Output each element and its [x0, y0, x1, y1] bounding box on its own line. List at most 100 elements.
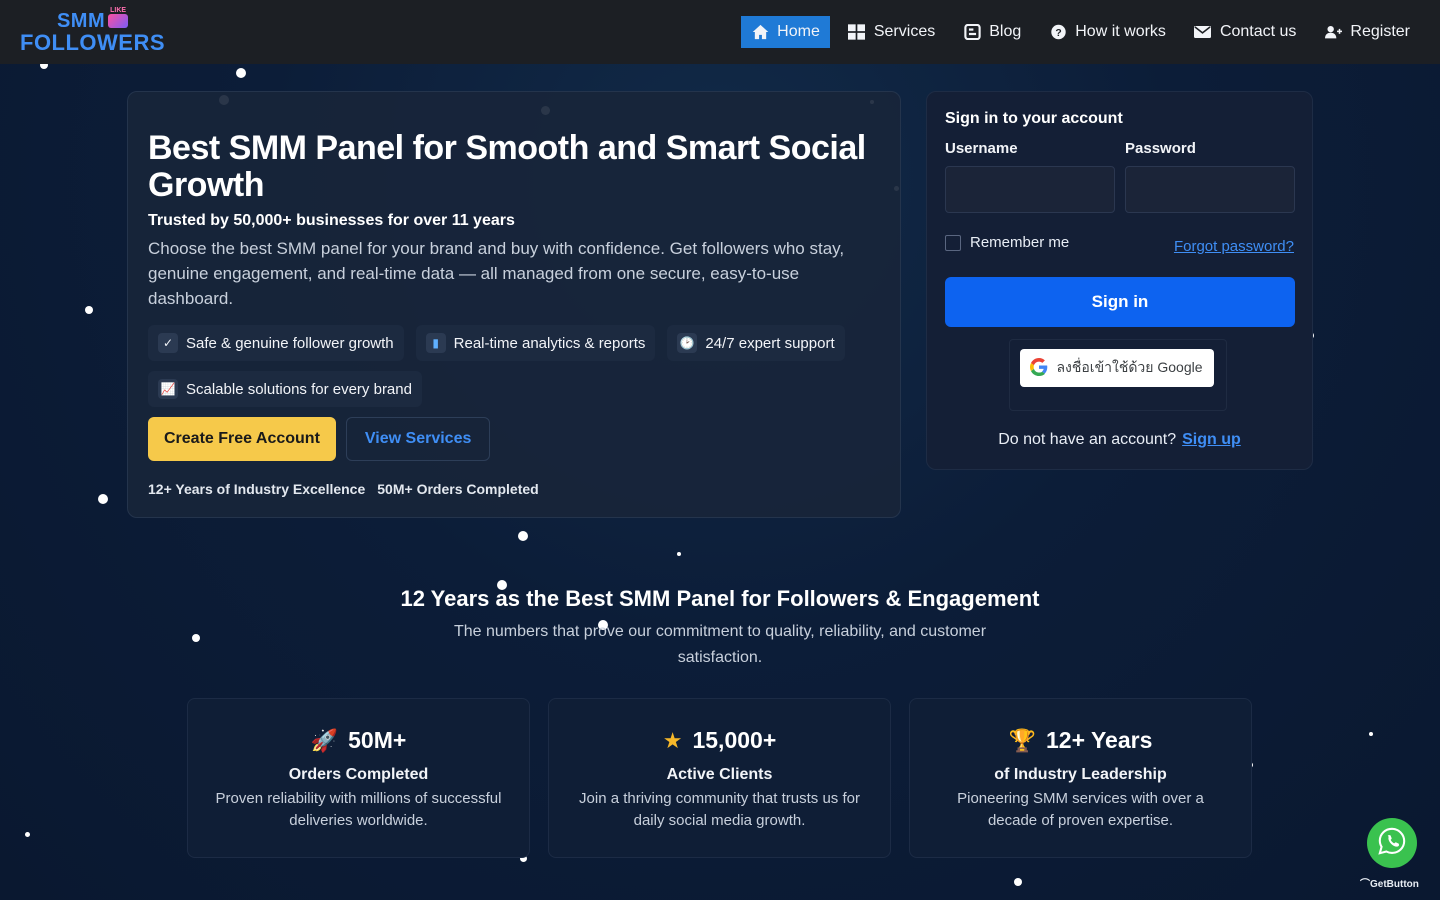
getbutton-logo-icon: ⌒ — [1360, 879, 1370, 890]
nav-home[interactable]: Home — [741, 16, 830, 48]
nav-contact-label: Contact us — [1219, 23, 1297, 40]
stat-cards: 🚀 50M+ Orders Completed Proven reliabili… — [187, 698, 1252, 858]
star-dot — [25, 832, 30, 837]
no-account-text: Do not have an account? — [998, 431, 1177, 448]
star-dot — [192, 634, 200, 642]
username-input[interactable] — [945, 166, 1115, 213]
stat-title: Orders Completed — [288, 766, 429, 783]
hero-stats: 12+ Years of Industry Excellence 50M+ Or… — [148, 481, 880, 497]
question-icon: ? — [1049, 24, 1067, 40]
feature-item: 🕑 24/7 expert support — [667, 325, 845, 361]
create-free-account-button[interactable]: Create Free Account — [148, 417, 336, 461]
logo-like-badge-icon: LIKE — [108, 7, 129, 28]
star-dot — [1014, 878, 1022, 886]
star-dot — [85, 306, 93, 314]
star-dot — [518, 531, 528, 541]
logo-text-followers: FOLLOWERS — [20, 29, 166, 55]
site-logo[interactable]: SMM LIKE FOLLOWERS — [20, 7, 166, 55]
stat-title: of Industry Leadership — [994, 766, 1167, 783]
signup-row: Do not have an account? Sign up — [945, 431, 1294, 449]
hero-title: Best SMM Panel for Smooth and Smart Soci… — [148, 129, 866, 204]
star-dot — [236, 68, 246, 78]
getbutton-label: GetButton — [1370, 879, 1419, 890]
blogger-icon — [963, 24, 981, 40]
feature-label: 24/7 expert support — [705, 334, 835, 352]
view-services-button[interactable]: View Services — [345, 417, 491, 461]
google-signin-container: ลงชื่อเข้าใช้ด้วย Google — [1008, 339, 1227, 411]
hero-stat-years: 12+ Years of Industry Excellence — [148, 481, 366, 497]
hero-description: Choose the best SMM panel for your brand… — [148, 239, 845, 308]
stat-card: 🏆 12+ Years of Industry Leadership Pione… — [909, 698, 1252, 858]
feature-item: ✓ Safe & genuine follower growth — [148, 325, 404, 361]
whatsapp-button[interactable] — [1367, 818, 1417, 868]
nav-register[interactable]: Register — [1314, 16, 1420, 48]
stat-description: Proven reliability with millions of succ… — [215, 790, 502, 829]
nav-how-label: How it works — [1075, 23, 1166, 40]
feature-label: Scalable solutions for every brand — [186, 380, 412, 398]
main-nav: Home Services Blog ? How it works Contac… — [741, 16, 1420, 48]
remember-label: Remember me — [970, 234, 1070, 251]
bar-chart-icon: ▮ — [425, 333, 446, 353]
nav-services[interactable]: Services — [838, 16, 945, 48]
nav-blog[interactable]: Blog — [953, 16, 1031, 48]
checkmark-icon: ✓ — [158, 333, 178, 353]
star-dot — [1369, 732, 1373, 736]
whatsapp-icon — [1377, 826, 1407, 861]
section-title: 12 Years as the Best SMM Panel for Follo… — [400, 586, 1040, 611]
hero-trusted-line: Trusted by 50,000+ businesses for over 1… — [148, 212, 515, 229]
stat-number: 12+ Years — [1046, 727, 1153, 753]
remember-checkbox[interactable] — [945, 234, 961, 251]
rocket-icon: 🚀 — [310, 727, 339, 753]
getbutton-credit[interactable]: ⌒GetButton — [1360, 875, 1419, 890]
feature-item: ▮ Real-time analytics & reports — [415, 325, 656, 361]
google-icon — [1030, 357, 1048, 379]
signup-link[interactable]: Sign up — [1182, 431, 1241, 448]
nav-contact[interactable]: Contact us — [1184, 16, 1306, 48]
feature-label: Safe & genuine follower growth — [186, 334, 394, 352]
stat-card: ★ 15,000+ Active Clients Join a thriving… — [548, 698, 891, 858]
username-group: Username — [945, 140, 1115, 213]
user-plus-icon — [1324, 24, 1342, 40]
forgot-password-link[interactable]: Forgot password? — [1174, 238, 1294, 255]
star-dot — [677, 552, 681, 556]
stat-number: 15,000+ — [692, 727, 777, 753]
nav-services-label: Services — [873, 23, 936, 40]
password-label: Password — [1125, 140, 1196, 157]
star-icon: ★ — [662, 727, 683, 753]
remember-row: Remember me Forgot password? — [945, 230, 1294, 255]
password-input[interactable] — [1125, 166, 1295, 213]
password-group: Password — [1125, 140, 1295, 213]
stat-card: 🚀 50M+ Orders Completed Proven reliabili… — [187, 698, 530, 858]
google-signin-label: ลงชื่อเข้าใช้ด้วย Google — [1056, 359, 1203, 375]
hero-stat-orders: 50M+ Orders Completed — [377, 481, 539, 497]
top-navbar: SMM LIKE FOLLOWERS Home Services Blog ? — [0, 0, 1440, 64]
feature-item: 📈 Scalable solutions for every brand — [148, 371, 422, 407]
logo-text-smm: SMM — [56, 9, 106, 32]
home-icon — [751, 24, 769, 40]
clock-icon: 🕑 — [677, 333, 698, 353]
signin-title: Sign in to your account — [945, 110, 1123, 127]
feature-label: Real-time analytics & reports — [453, 334, 646, 352]
hero-card: Best SMM Panel for Smooth and Smart Soci… — [127, 91, 901, 518]
nav-home-label: Home — [777, 23, 820, 40]
signin-card: Sign in to your account Username Passwor… — [926, 91, 1313, 470]
google-signin-button[interactable]: ลงชื่อเข้าใช้ด้วย Google — [1019, 349, 1214, 387]
nav-blog-label: Blog — [989, 23, 1022, 40]
hero-actions: Create Free Account View Services — [148, 417, 880, 461]
trend-up-icon: 📈 — [158, 379, 178, 399]
section-subtitle: The numbers that prove our commitment to… — [453, 623, 987, 666]
signin-fields: Username Password — [945, 140, 1295, 213]
trophy-icon: 🏆 — [1008, 727, 1036, 753]
stat-number: 50M+ — [348, 727, 407, 753]
feature-list: ✓ Safe & genuine follower growth ▮ Real-… — [148, 325, 888, 407]
signin-button[interactable]: Sign in — [945, 277, 1295, 327]
svg-text:?: ? — [1055, 28, 1061, 39]
envelope-icon — [1194, 24, 1212, 40]
username-label: Username — [945, 140, 1018, 157]
nav-how-it-works[interactable]: ? How it works — [1039, 16, 1176, 48]
stat-title: Active Clients — [666, 766, 773, 783]
nav-register-label: Register — [1350, 23, 1410, 40]
remember-me[interactable]: Remember me — [945, 234, 1069, 251]
grid-icon — [848, 24, 866, 40]
star-dot — [98, 494, 108, 504]
